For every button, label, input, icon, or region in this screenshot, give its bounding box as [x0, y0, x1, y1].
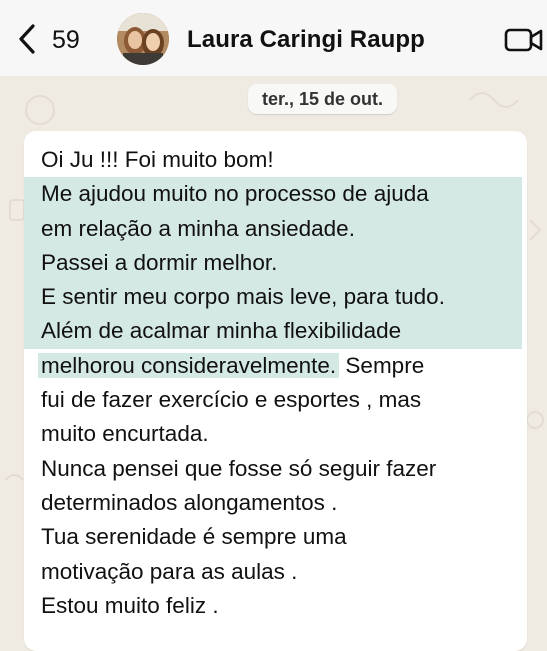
- video-call-icon[interactable]: [504, 26, 544, 54]
- unread-count[interactable]: 59: [52, 26, 80, 55]
- chevron-left-icon: [19, 24, 35, 54]
- message-line-highlighted: Me ajudou muito no processo de ajuda: [24, 177, 522, 212]
- date-separator: ter., 15 de out.: [248, 84, 398, 114]
- message-line-highlighted: em relação a minha ansiedade.: [24, 211, 522, 246]
- message-line-highlighted: Passei a dormir melhor.: [24, 245, 522, 281]
- message-line: muito encurtada.: [41, 421, 209, 447]
- message-line: Oi Ju !!! Foi muito bom!: [41, 147, 274, 172]
- message-line: Nunca pensei que fosse só seguir fazer: [41, 455, 437, 481]
- message-line-highlighted: E sentir meu corpo mais leve, para tudo.: [24, 280, 522, 315]
- message-line: Tua serenidade é sempre uma: [41, 524, 347, 550]
- message-line: motivação para as aulas .: [41, 558, 298, 584]
- message-line: melhorou consideravelmente. Sempre: [24, 349, 527, 383]
- message-line: Estou muito feliz .: [41, 592, 219, 618]
- highlighted-text: melhorou consideravelmente.: [38, 352, 340, 378]
- message-line-highlighted: Além de acalmar minha flexibilidade: [24, 314, 522, 349]
- message-line: fui de fazer exercício e esportes , mas: [41, 387, 422, 413]
- message-line: determinados alongamentos .: [41, 489, 338, 515]
- contact-photo: [117, 13, 169, 65]
- message-text: Sempre: [339, 352, 425, 378]
- avatar[interactable]: [117, 13, 169, 65]
- contact-name[interactable]: Laura Caringi Raupp: [187, 26, 425, 54]
- back-button[interactable]: [16, 22, 44, 56]
- message-bubble[interactable]: Oi Ju !!! Foi muito bom! Me ajudou muito…: [24, 131, 527, 651]
- chat-header: 59 Laura Caringi Raupp: [0, 0, 547, 76]
